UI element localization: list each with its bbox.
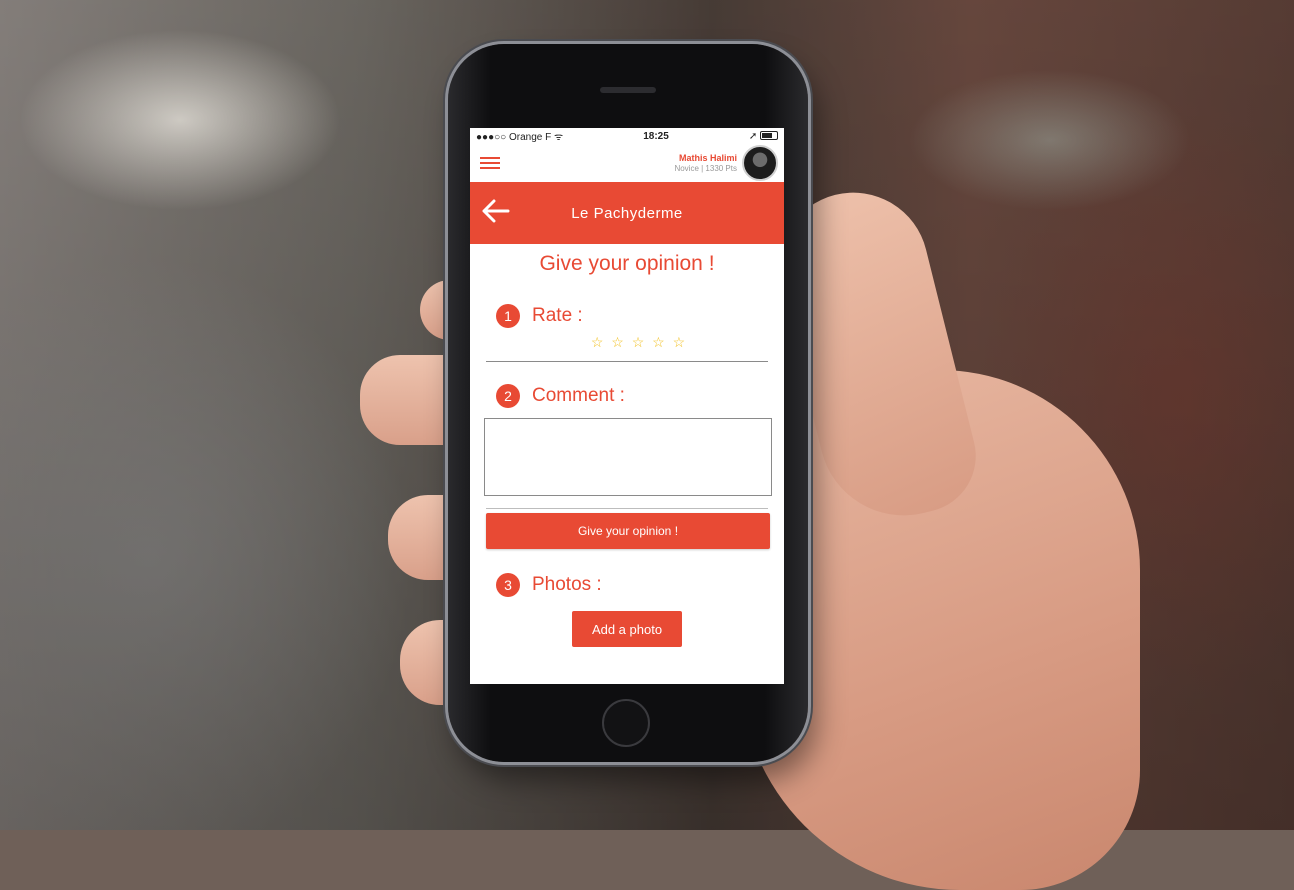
- user-name: Mathis Halimi: [678, 153, 737, 164]
- page-header: Le Pachyderme: [470, 182, 784, 244]
- form-heading: Give your opinion !: [539, 252, 715, 275]
- add-photo-button[interactable]: Add a photo: [572, 611, 682, 647]
- divider: [486, 361, 768, 362]
- user-level-points: Novice | 1330 Pts: [674, 163, 737, 173]
- star-icon[interactable]: ☆: [632, 334, 647, 350]
- phone-speaker: [600, 87, 656, 93]
- location-arrow-icon: ➚: [748, 130, 758, 142]
- status-time: 18:25: [643, 130, 669, 142]
- photos-section-label: 3 Photos :: [496, 573, 772, 597]
- rate-label: Rate :: [532, 305, 583, 326]
- carrier-label: ●●●○○ Orange F: [476, 132, 552, 143]
- step-badge: 1: [496, 304, 520, 328]
- star-icon[interactable]: ☆: [673, 334, 688, 350]
- star-rating[interactable]: ☆ ☆ ☆ ☆ ☆: [506, 334, 772, 351]
- hamburger-menu-icon[interactable]: [480, 156, 502, 170]
- star-icon[interactable]: ☆: [591, 334, 606, 350]
- step-badge: 3: [496, 573, 520, 597]
- opinion-form: Give your opinion ! 1 Rate : ☆ ☆ ☆ ☆ ☆ 2…: [470, 252, 784, 647]
- divider: [486, 508, 768, 509]
- status-bar: ●●●○○ Orange F ᯤ 18:25 ➚: [470, 128, 784, 144]
- phone-screen: ●●●○○ Orange F ᯤ 18:25 ➚ Mathis Halimi N…: [470, 128, 784, 684]
- photos-label: Photos :: [532, 574, 602, 595]
- step-badge: 2: [496, 384, 520, 408]
- app-bar: Mathis Halimi Novice | 1330 Pts: [470, 144, 784, 182]
- back-arrow-icon[interactable]: [480, 198, 510, 229]
- star-icon[interactable]: ☆: [652, 334, 667, 350]
- user-profile[interactable]: Mathis Halimi Novice | 1330 Pts: [674, 145, 778, 181]
- comment-label: Comment :: [532, 385, 625, 406]
- battery-icon: [760, 131, 778, 141]
- user-info: Mathis Halimi Novice | 1330 Pts: [674, 153, 737, 173]
- comment-input[interactable]: [484, 418, 772, 496]
- home-button[interactable]: [602, 699, 650, 747]
- give-opinion-button[interactable]: Give your opinion !: [486, 513, 770, 549]
- star-icon[interactable]: ☆: [611, 334, 626, 350]
- page-title: Le Pachyderme: [571, 204, 683, 222]
- status-right: ➚: [749, 131, 778, 142]
- rate-section-label: 1 Rate :: [496, 304, 772, 328]
- carrier-info: ●●●○○ Orange F ᯤ: [476, 129, 563, 143]
- avatar[interactable]: [742, 145, 778, 181]
- phone-device: ●●●○○ Orange F ᯤ 18:25 ➚ Mathis Halimi N…: [448, 44, 808, 762]
- comment-section-label: 2 Comment :: [496, 384, 772, 408]
- wifi-icon: ᯤ: [554, 132, 564, 143]
